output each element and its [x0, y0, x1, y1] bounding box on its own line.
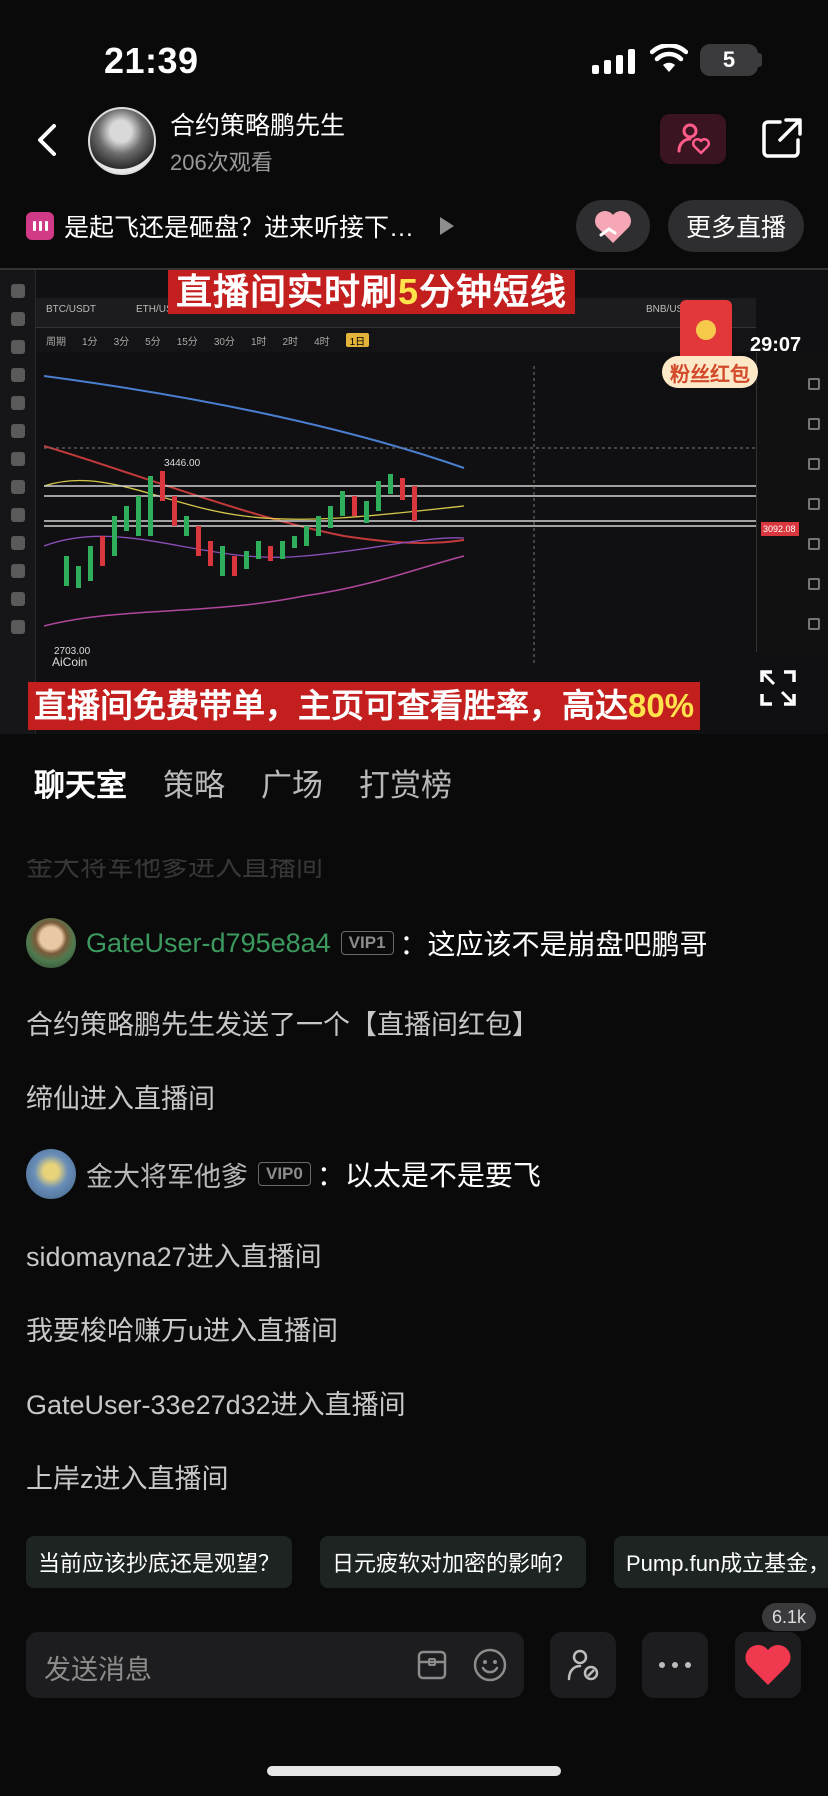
- share-icon[interactable]: [760, 116, 804, 160]
- fans-red-packet-button[interactable]: 粉丝红包: [662, 356, 758, 388]
- cellular-signal-icon: [592, 48, 638, 74]
- battery-icon: 5: [700, 44, 758, 76]
- banner-top-highlight: 5: [398, 271, 420, 312]
- tab-plaza[interactable]: 广场: [261, 760, 323, 805]
- vip-badge: VIP0: [258, 1162, 311, 1186]
- emoji-icon[interactable]: [472, 1647, 508, 1683]
- more-dots-icon: [659, 1662, 691, 1668]
- chat-faded-line: 金大将军他爹进入直播间: [26, 852, 323, 882]
- banner-top-post: 分钟短线: [419, 271, 568, 312]
- red-packet-countdown: 29:07: [750, 334, 802, 356]
- play-triangle-icon[interactable]: [440, 217, 454, 235]
- heart-hands-button[interactable]: [576, 200, 650, 252]
- more-options-button[interactable]: [642, 1632, 708, 1698]
- audio-bars-icon: [26, 212, 54, 240]
- banner-top: 直播间实时刷5分钟短线: [168, 270, 576, 314]
- timeframe-active: 1日: [345, 333, 370, 348]
- timeframe: 15分: [176, 337, 198, 348]
- chat-message: GateUser-d795e8a4 VIP1 ：这应该不是崩盘吧鹏哥: [26, 918, 708, 968]
- tab-strategy[interactable]: 策略: [163, 760, 225, 805]
- system-message: 缔仙进入直播间: [26, 1084, 215, 1114]
- red-packet-icon[interactable]: [680, 300, 732, 362]
- system-message: 合约策略鹏先生发送了一个【直播间红包】: [26, 1010, 539, 1040]
- timeframe: 5分: [145, 337, 161, 348]
- suggestion-chip[interactable]: 日元疲软对加密的影响？: [320, 1536, 587, 1588]
- battery-cap: [758, 53, 762, 67]
- chat-username[interactable]: GateUser-d795e8a4: [86, 928, 331, 959]
- chat-text: ：这应该不是崩盘吧鹏哥: [399, 929, 708, 960]
- suggestion-chip[interactable]: 当前应该抄底还是观望？: [26, 1536, 293, 1588]
- banner-bottom-pre: 直播间免费带单，主页可查看胜率，高达: [34, 687, 628, 724]
- room-tabs: 聊天室 策略 广场 打赏榜: [34, 760, 452, 805]
- video-timeframe-bar: 周期 1分 3分 5分 15分 30分 1时 2时 4时 1日: [36, 328, 756, 352]
- more-live-button[interactable]: 更多直播: [668, 200, 804, 252]
- symbol-tab: BTC/USDT: [46, 304, 96, 315]
- gift-box-icon[interactable]: [414, 1647, 450, 1683]
- system-message: sidomayna27进入直播间: [26, 1242, 322, 1272]
- aicoin-watermark: AiCoin: [52, 655, 88, 669]
- home-indicator: [267, 1766, 561, 1776]
- banner-top-pre: 直播间实时刷: [176, 271, 399, 312]
- timeframe: 30分: [213, 337, 235, 348]
- back-icon[interactable]: [30, 116, 66, 164]
- timeframe: 4时: [314, 337, 330, 348]
- banner-bottom-highlight: 80%: [628, 687, 695, 724]
- tab-tip-ranking[interactable]: 打赏榜: [359, 760, 452, 805]
- status-time: 21:39: [104, 40, 199, 81]
- timeframe: 2时: [282, 337, 299, 348]
- timeframe: 3分: [113, 337, 130, 348]
- view-count: 206次观看: [170, 150, 273, 175]
- follow-button[interactable]: [660, 114, 726, 164]
- system-message: 上岸z进入直播间: [26, 1464, 229, 1494]
- tab-chatroom[interactable]: 聊天室: [34, 760, 127, 805]
- timeframe: 1时: [250, 337, 267, 348]
- system-message: 我要梭哈赚万u进入直播间: [26, 1316, 339, 1346]
- chart-high-label: 3446.00: [164, 458, 201, 469]
- chat-message: 金大将军他爹 VIP0 ：以太是不是要飞: [26, 1149, 541, 1199]
- follow-user-heart-icon: [677, 123, 710, 155]
- heart-hands-icon: [595, 211, 631, 243]
- video-left-sidebar: [0, 270, 36, 734]
- price-tag: 3092.08: [761, 522, 799, 536]
- banner-bottom: 直播间免费带单，主页可查看胜率，高达80%: [28, 682, 701, 730]
- fullscreen-icon[interactable]: [758, 668, 798, 708]
- suggestion-chip[interactable]: Pump.fun成立基金，: [614, 1536, 828, 1588]
- system-message: GateUser-33e27d32进入直播间: [26, 1390, 406, 1420]
- timeframe: 周期: [46, 337, 66, 348]
- user-avatar[interactable]: [26, 918, 76, 968]
- host-name[interactable]: 合约策略鹏先生: [170, 106, 345, 142]
- wifi-icon: [650, 44, 688, 72]
- live-topic[interactable]: 是起飞还是砸盘？进来听接下…: [64, 208, 414, 244]
- chat-username[interactable]: 金大将军他爹: [86, 1155, 248, 1194]
- user-avatar[interactable]: [26, 1149, 76, 1199]
- candlestick-chart: 3446.00 2703.00: [44, 366, 756, 666]
- user-edit-icon: [567, 1649, 599, 1681]
- user-settings-button[interactable]: [550, 1632, 616, 1698]
- candles: [64, 471, 417, 588]
- message-placeholder[interactable]: 发送消息: [44, 1648, 152, 1687]
- live-video[interactable]: BTC/USDT ETH/USDT BNB/USDT 周期 1分 3分 5分 1…: [0, 268, 828, 734]
- heart-icon: [745, 1645, 791, 1685]
- vip-badge: VIP1: [340, 931, 394, 955]
- host-avatar[interactable]: [88, 107, 156, 175]
- chat-text: ：以太是不是要飞: [316, 1160, 541, 1191]
- like-button[interactable]: [735, 1632, 801, 1698]
- timeframe: 1分: [82, 337, 98, 348]
- likes-count: 6.1k: [762, 1603, 816, 1631]
- video-right-toolbar: [800, 350, 828, 650]
